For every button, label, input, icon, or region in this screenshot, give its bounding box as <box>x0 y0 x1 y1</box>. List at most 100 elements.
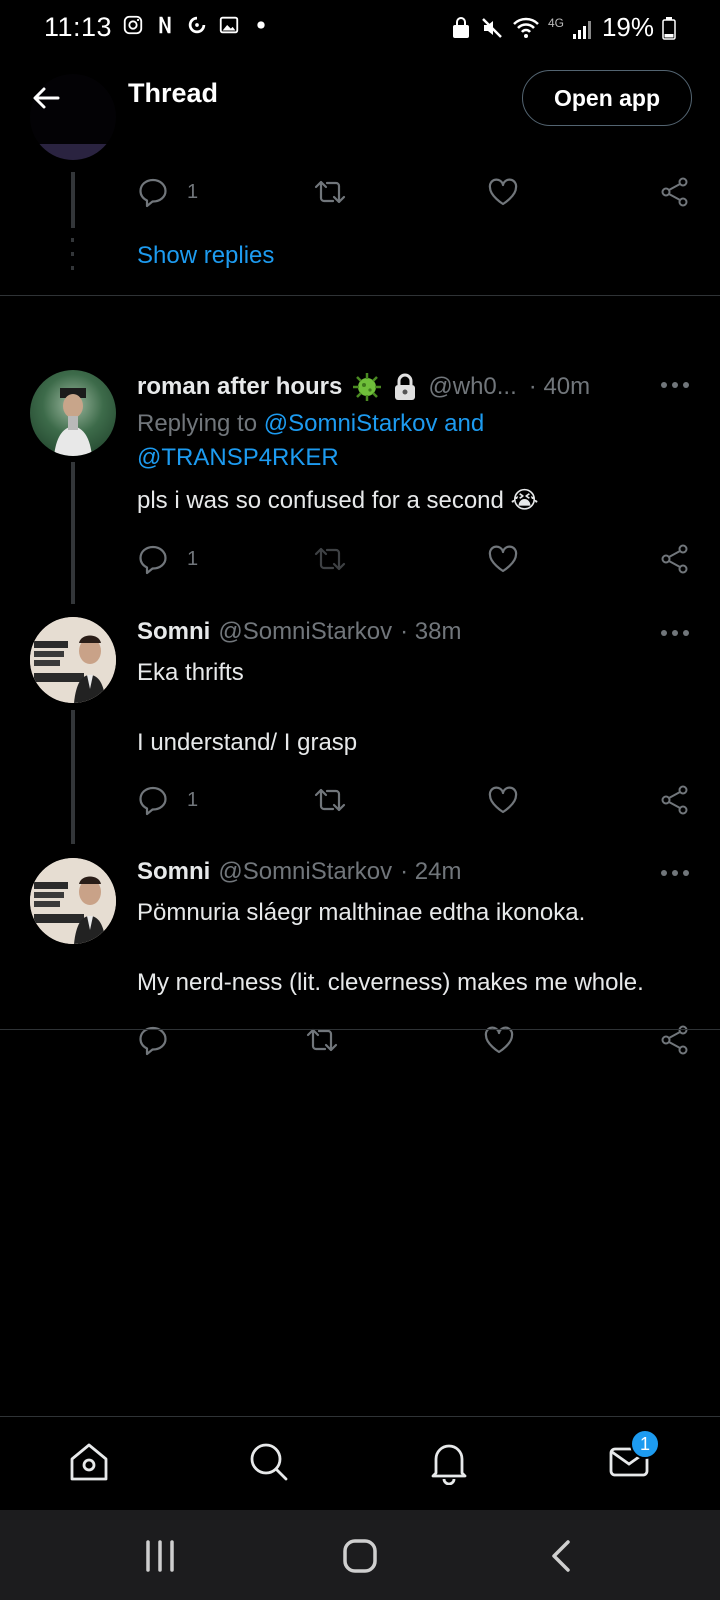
back-button-icon[interactable] <box>542 1536 582 1576</box>
mention-link[interactable]: @SomniStarkov and <box>264 410 484 437</box>
instagram-icon <box>123 15 143 35</box>
tweet-time[interactable]: · 24m <box>400 858 461 886</box>
bottom-navigation: 1 <box>0 1416 720 1510</box>
share-action[interactable] <box>659 1022 691 1058</box>
thread-line <box>71 172 75 228</box>
retweet-action[interactable] <box>313 541 347 577</box>
reply-icon <box>139 786 167 816</box>
messages-badge: 1 <box>630 1429 660 1459</box>
share-icon <box>661 785 688 815</box>
tweet-text: Pömnuria sláegr malthinae edtha ikonoka. <box>137 899 586 926</box>
open-app-button[interactable]: Open app <box>522 70 692 126</box>
more-options-icon[interactable] <box>660 628 690 638</box>
retweet-icon <box>314 180 346 204</box>
notifications-bell-icon[interactable] <box>426 1439 472 1485</box>
thread-dots <box>70 238 76 274</box>
like-action[interactable] <box>487 541 519 577</box>
home-icon[interactable] <box>66 1439 112 1485</box>
share-action[interactable] <box>659 174 691 210</box>
more-options-icon[interactable] <box>660 380 690 390</box>
heart-icon <box>488 786 518 814</box>
divider <box>0 1029 720 1030</box>
like-action[interactable] <box>487 174 519 210</box>
netflix-icon <box>159 16 171 34</box>
share-action[interactable] <box>659 541 691 577</box>
back-arrow-icon[interactable] <box>26 78 66 118</box>
network-type: 4G <box>547 15 564 30</box>
tweet-header: Somni @SomniStarkov · 38m <box>137 618 461 646</box>
system-navigation-bar <box>0 1510 720 1600</box>
reply-count: 1 <box>187 180 199 203</box>
retweet-action[interactable] <box>313 782 347 818</box>
home-button-icon[interactable] <box>340 1536 380 1576</box>
tweet-actions: 1 <box>137 782 692 818</box>
lock-icon <box>452 16 469 38</box>
reply-action[interactable]: 1 <box>137 541 198 577</box>
tweet-actions: 1 <box>137 541 692 577</box>
tweet-text: pls i was so confused for a second 😭 <box>137 487 539 514</box>
tweet-time[interactable]: · 38m <box>400 618 461 646</box>
display-name[interactable]: Somni <box>137 618 210 646</box>
reply-action[interactable]: 1 <box>137 782 198 818</box>
user-handle[interactable]: @SomniStarkov <box>218 618 392 646</box>
signal-icon <box>572 20 591 39</box>
tweet-time[interactable]: · 40m <box>529 373 590 401</box>
avatar[interactable] <box>30 370 116 456</box>
tweet-text: My nerd-ness (lit. cleverness) makes me … <box>137 969 644 996</box>
user-handle[interactable]: @wh0... <box>428 373 516 401</box>
search-icon[interactable] <box>246 1439 292 1485</box>
reply-icon <box>139 545 167 575</box>
virus-emoji-icon <box>353 373 382 401</box>
heart-icon <box>488 545 518 573</box>
reply-icon <box>139 178 167 208</box>
thread-line <box>71 462 75 604</box>
like-action[interactable] <box>487 782 519 818</box>
share-action[interactable] <box>659 782 691 818</box>
display-name[interactable]: roman after hours <box>137 373 342 401</box>
mute-icon <box>482 17 502 38</box>
share-icon <box>661 177 688 207</box>
page-title: Thread <box>128 78 219 108</box>
thread-line <box>71 710 75 844</box>
reply-action[interactable] <box>137 1022 187 1058</box>
battery-percent: 19% <box>601 12 654 42</box>
show-replies-link[interactable]: Show replies <box>137 242 274 270</box>
display-name[interactable]: Somni <box>137 858 210 886</box>
tweet-header: roman after hours @wh0... · 40m <box>137 370 590 404</box>
notification-icons <box>122 14 272 36</box>
reply-count: 1 <box>187 788 199 811</box>
tweet[interactable]: Somni @SomniStarkov · 24m Pömnuria sláeg… <box>0 836 720 1076</box>
share-icon <box>661 544 688 574</box>
retweet-action[interactable] <box>305 1022 339 1058</box>
recent-apps-icon[interactable] <box>140 1536 180 1576</box>
thread-header: Thread Open app <box>0 52 720 144</box>
lock-emoji-icon <box>395 373 416 400</box>
tweet-header: Somni @SomniStarkov · 24m <box>137 858 461 886</box>
reply-action[interactable]: 1 <box>137 174 198 210</box>
avatar[interactable] <box>30 617 116 703</box>
sync-icon <box>188 16 206 34</box>
retweet-icon <box>314 547 346 571</box>
user-handle[interactable]: @SomniStarkov <box>218 858 392 886</box>
replying-to: Replying to @SomniStarkov and @TRANSP4RK… <box>137 407 484 475</box>
like-action[interactable] <box>483 1022 515 1058</box>
tweet-actions <box>137 1022 692 1058</box>
tweet-text: I understand/ I grasp <box>137 729 358 756</box>
tweet[interactable]: Somni @SomniStarkov · 38m Eka thrifts I … <box>0 596 720 844</box>
wifi-icon <box>513 17 539 38</box>
retweet-action[interactable] <box>313 174 347 210</box>
tweet[interactable]: roman after hours @wh0... · 40m Replying… <box>0 296 720 604</box>
tweet-actions: 1 <box>137 174 692 210</box>
mention-link[interactable]: @TRANSP4RKER <box>137 444 339 471</box>
status-bar: 11:13 4G 19% <box>0 0 720 52</box>
more-options-icon[interactable] <box>660 868 690 878</box>
heart-icon <box>488 178 518 206</box>
battery-icon <box>662 16 676 40</box>
status-time: 11:13 <box>44 12 113 42</box>
gallery-icon <box>219 16 239 34</box>
retweet-icon <box>314 788 346 812</box>
system-icons: 4G 19% <box>450 12 676 43</box>
tweet-text: Eka thrifts <box>137 659 244 686</box>
reply-count: 1 <box>187 547 199 570</box>
avatar[interactable] <box>30 858 116 944</box>
